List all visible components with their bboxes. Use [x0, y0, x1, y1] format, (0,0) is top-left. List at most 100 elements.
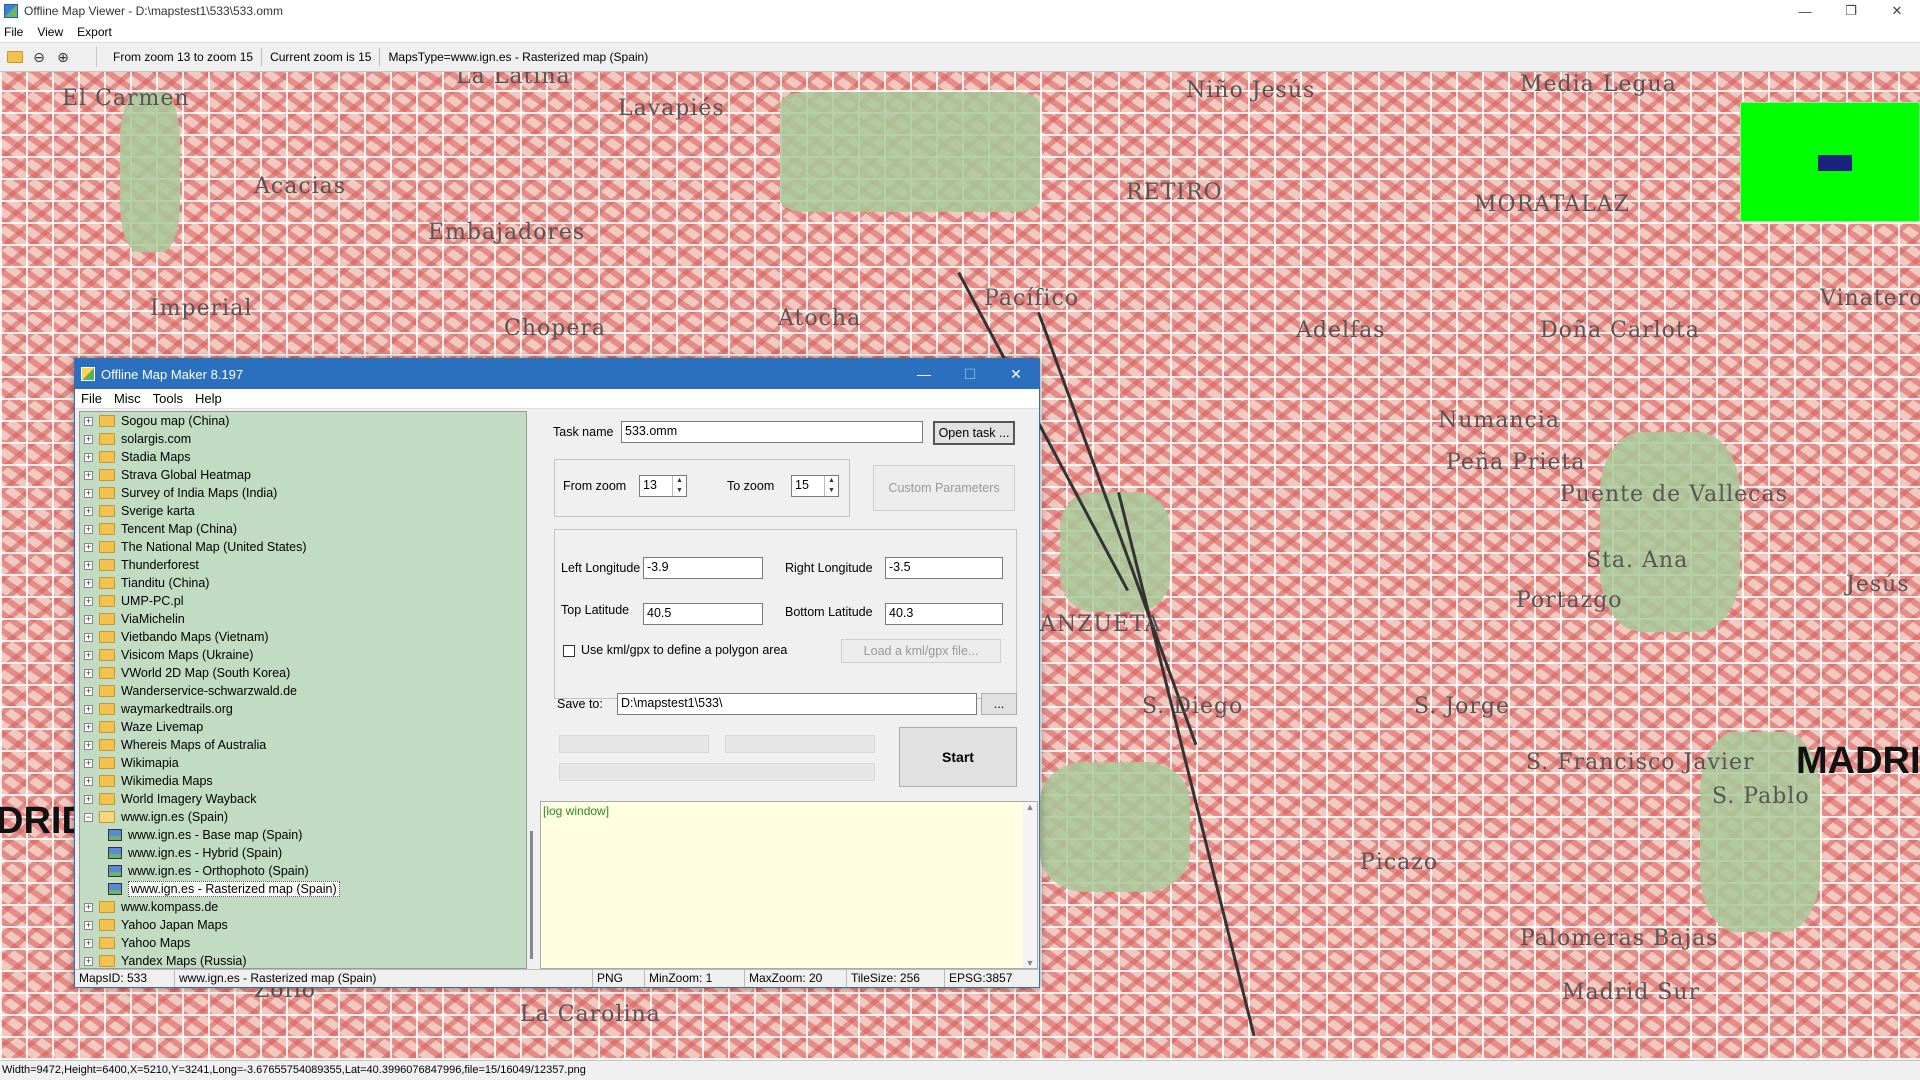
browse-folder-button[interactable]: ...: [981, 693, 1017, 715]
scroll-up-icon[interactable]: ▲: [1023, 802, 1037, 812]
right-longitude-input[interactable]: -3.5: [885, 557, 1003, 579]
tree-map-item[interactable]: www.ign.es - Orthophoto (Spain): [80, 862, 526, 880]
maker-menu-file[interactable]: File: [81, 391, 102, 406]
task-name-input[interactable]: 533.omm: [621, 421, 923, 443]
tree-folder-item[interactable]: + VWorld 2D Map (South Korea): [80, 664, 526, 682]
open-folder-button[interactable]: [4, 46, 26, 68]
tree-folder-item[interactable]: + Stadia Maps: [80, 448, 526, 466]
expand-icon[interactable]: +: [84, 470, 93, 480]
expand-icon[interactable]: +: [84, 632, 93, 642]
expand-icon[interactable]: +: [84, 506, 93, 516]
tree-map-item[interactable]: www.ign.es - Rasterized map (Spain): [80, 880, 526, 898]
expand-icon[interactable]: +: [84, 542, 93, 552]
expand-icon[interactable]: +: [84, 938, 93, 948]
expand-icon[interactable]: +: [84, 776, 93, 786]
tree-folder-item[interactable]: + Vietbando Maps (Vietnam): [80, 628, 526, 646]
expand-icon[interactable]: +: [84, 956, 93, 966]
expand-icon[interactable]: +: [84, 488, 93, 498]
use-kml-checkbox[interactable]: [563, 645, 575, 657]
tree-folder-item[interactable]: + Sogou map (China): [80, 412, 526, 430]
tree-folder-item[interactable]: − www.ign.es (Spain): [80, 808, 526, 826]
restore-icon[interactable]: ❐: [1828, 0, 1874, 22]
scroll-down-icon[interactable]: ▼: [1023, 958, 1037, 968]
tree-folder-item[interactable]: + Survey of India Maps (India): [80, 484, 526, 502]
expand-icon[interactable]: +: [84, 596, 93, 606]
tree-folder-item[interactable]: + ViaMichelin: [80, 610, 526, 628]
expand-icon[interactable]: +: [84, 416, 93, 426]
tree-folder-item[interactable]: + The National Map (United States): [80, 538, 526, 556]
tree-folder-item[interactable]: + Tianditu (China): [80, 574, 526, 592]
tree-folder-item[interactable]: + Yahoo Japan Maps: [80, 916, 526, 934]
expand-icon[interactable]: +: [84, 434, 93, 444]
tree-folder-item[interactable]: + Tencent Map (China): [80, 520, 526, 538]
log-window[interactable]: [log window] ▲ ▼: [540, 801, 1038, 969]
top-latitude-input[interactable]: 40.5: [643, 603, 763, 625]
tree-folder-item[interactable]: + www.kompass.de: [80, 898, 526, 916]
expand-icon[interactable]: +: [84, 560, 93, 570]
tree-map-item[interactable]: www.ign.es - Hybrid (Spain): [80, 844, 526, 862]
scrollbar-thumb[interactable]: [530, 831, 533, 959]
close-icon[interactable]: ✕: [1874, 0, 1920, 22]
expand-icon[interactable]: +: [84, 740, 93, 750]
maker-menu-tools[interactable]: Tools: [153, 391, 183, 406]
viewer-menu-file[interactable]: File: [4, 25, 23, 39]
tree-folder-item[interactable]: + Visicom Maps (Ukraine): [80, 646, 526, 664]
viewer-menu-export[interactable]: Export: [77, 25, 112, 39]
to-zoom-spinner[interactable]: 15 ▲ ▼: [791, 475, 839, 497]
tree-folder-item[interactable]: + World Imagery Wayback: [80, 790, 526, 808]
expand-icon[interactable]: +: [84, 758, 93, 768]
spinner-arrows-icon[interactable]: ▲ ▼: [824, 476, 838, 496]
expand-icon[interactable]: +: [84, 704, 93, 714]
left-longitude-input[interactable]: -3.9: [643, 557, 763, 579]
map-source-tree[interactable]: + Sogou map (China) + solargis.com + Stadia M…: [79, 411, 527, 969]
minimize-icon[interactable]: —: [901, 359, 947, 389]
maker-title-bar[interactable]: Offline Map Maker 8.197 — ☐ ✕: [75, 359, 1039, 389]
spinner-arrows-icon[interactable]: ▲ ▼: [672, 476, 686, 496]
close-icon[interactable]: ✕: [993, 359, 1039, 389]
load-kml-button[interactable]: Load a kml/gpx file...: [841, 639, 1001, 663]
viewer-menu-view[interactable]: View: [37, 25, 63, 39]
collapse-icon[interactable]: −: [84, 812, 93, 822]
tree-folder-item[interactable]: + UMP-PC.pl: [80, 592, 526, 610]
expand-icon[interactable]: +: [84, 722, 93, 732]
tree-folder-item[interactable]: + Yahoo Maps: [80, 934, 526, 952]
start-button[interactable]: Start: [899, 727, 1017, 787]
minimize-icon[interactable]: —: [1782, 0, 1828, 22]
expand-icon[interactable]: +: [84, 650, 93, 660]
tree-folder-item[interactable]: + Sverige karta: [80, 502, 526, 520]
maker-menu-help[interactable]: Help: [195, 391, 222, 406]
maximize-icon[interactable]: ☐: [947, 359, 993, 389]
overview-viewport-rect[interactable]: [1818, 155, 1852, 171]
zoom-in-button[interactable]: ⊕: [52, 46, 74, 68]
tree-folder-item[interactable]: + Yandex Maps (Russia): [80, 952, 526, 968]
expand-icon[interactable]: +: [84, 794, 93, 804]
tree-folder-item[interactable]: + waymarkedtrails.org: [80, 700, 526, 718]
zoom-out-button[interactable]: ⊖: [28, 46, 50, 68]
expand-icon[interactable]: +: [84, 452, 93, 462]
tree-map-item[interactable]: www.ign.es - Base map (Spain): [80, 826, 526, 844]
open-task-button[interactable]: Open task ...: [933, 421, 1015, 445]
maker-menu-misc[interactable]: Misc: [114, 391, 141, 406]
save-to-input[interactable]: D:\mapstest1\533\: [617, 693, 977, 715]
custom-parameters-button[interactable]: Custom Parameters: [873, 465, 1015, 511]
tree-folder-item[interactable]: + Waze Livemap: [80, 718, 526, 736]
log-scrollbar[interactable]: ▲ ▼: [1023, 802, 1037, 968]
expand-icon[interactable]: +: [84, 668, 93, 678]
tree-folder-item[interactable]: + Strava Global Heatmap: [80, 466, 526, 484]
expand-icon[interactable]: +: [84, 920, 93, 930]
tree-folder-item[interactable]: + Wikimedia Maps: [80, 772, 526, 790]
expand-icon[interactable]: +: [84, 578, 93, 588]
tree-folder-item[interactable]: + Whereis Maps of Australia: [80, 736, 526, 754]
tree-folder-item[interactable]: + Wikimapia: [80, 754, 526, 772]
from-zoom-spinner[interactable]: 13 ▲ ▼: [639, 475, 687, 497]
tree-folder-item[interactable]: + Wanderservice-schwarzwald.de: [80, 682, 526, 700]
expand-icon[interactable]: +: [84, 614, 93, 624]
expand-icon[interactable]: +: [84, 524, 93, 534]
tree-folder-item[interactable]: + Thunderforest: [80, 556, 526, 574]
tree-scrollbar[interactable]: [527, 411, 537, 969]
bottom-latitude-input[interactable]: 40.3: [885, 603, 1003, 625]
tree-folder-item[interactable]: + solargis.com: [80, 430, 526, 448]
expand-icon[interactable]: +: [84, 686, 93, 696]
overview-minimap[interactable]: [1740, 102, 1920, 222]
expand-icon[interactable]: +: [84, 902, 93, 912]
